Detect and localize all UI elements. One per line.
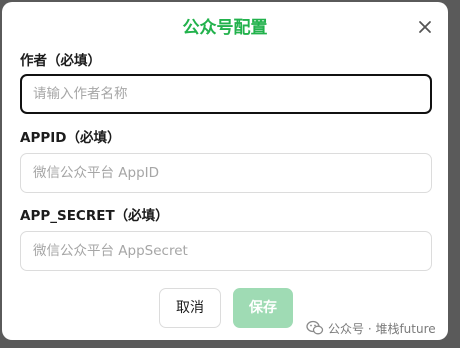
dialog-title: 公众号配置: [182, 18, 268, 38]
watermark-text: 公众号 · 堆栈future: [328, 321, 436, 336]
author-label: 作者（必填）: [20, 53, 101, 69]
author-input[interactable]: [20, 74, 432, 114]
appsecret-label: APP_SECRET（必填）: [20, 208, 169, 224]
appid-label: APPID（必填）: [20, 130, 121, 146]
config-dialog: 公众号配置 作者（必填） APPID（必填） APP_SECRET（必填） 取消…: [2, 2, 448, 340]
close-icon: [419, 21, 431, 33]
appid-input[interactable]: [20, 153, 432, 193]
close-button[interactable]: [416, 18, 434, 36]
watermark: 公众号 · 堆栈future: [306, 318, 436, 338]
save-button[interactable]: 保存: [233, 288, 293, 328]
appsecret-input[interactable]: [20, 231, 432, 271]
cancel-button[interactable]: 取消: [159, 288, 221, 328]
wechat-icon: [306, 320, 324, 335]
